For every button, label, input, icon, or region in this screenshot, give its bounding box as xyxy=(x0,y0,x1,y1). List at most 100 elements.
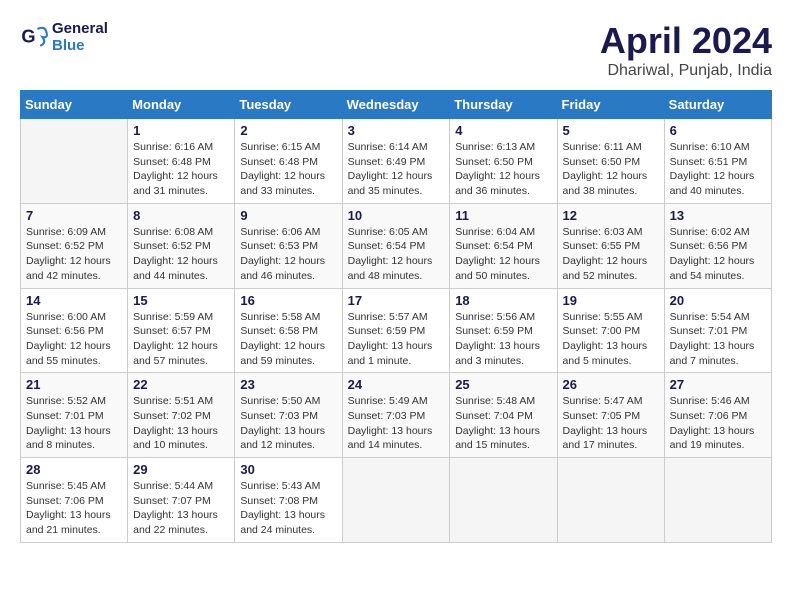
day-info: Sunrise: 6:03 AM Sunset: 6:55 PM Dayligh… xyxy=(563,225,659,284)
calendar-cell: 19 Sunrise: 5:55 AM Sunset: 7:00 PM Dayli… xyxy=(557,288,664,373)
calendar-cell xyxy=(450,458,557,543)
day-number: 30 xyxy=(240,462,336,477)
calendar-cell: 15 Sunrise: 5:59 AM Sunset: 6:57 PM Dayli… xyxy=(128,288,235,373)
day-number: 18 xyxy=(455,293,551,308)
day-number: 3 xyxy=(348,123,445,138)
day-number: 10 xyxy=(348,208,445,223)
calendar-week-row: 14 Sunrise: 6:00 AM Sunset: 6:56 PM Dayli… xyxy=(21,288,772,373)
day-info: Sunrise: 6:10 AM Sunset: 6:51 PM Dayligh… xyxy=(670,140,766,199)
logo-text: General Blue xyxy=(52,20,108,54)
day-info: Sunrise: 6:11 AM Sunset: 6:50 PM Dayligh… xyxy=(563,140,659,199)
calendar-table: SundayMondayTuesdayWednesdayThursdayFrid… xyxy=(20,90,772,543)
calendar-cell: 17Sunrise: 5:57 AM Sunset: 6:59 PM Dayli… xyxy=(342,288,450,373)
day-number: 23 xyxy=(240,377,336,392)
day-number: 27 xyxy=(670,377,766,392)
day-info: Sunrise: 6:06 AM Sunset: 6:53 PM Dayligh… xyxy=(240,225,336,284)
calendar-cell: 6Sunrise: 6:10 AM Sunset: 6:51 PM Daylig… xyxy=(664,119,771,204)
calendar-cell: 4 Sunrise: 6:13 AM Sunset: 6:50 PM Daylig… xyxy=(450,119,557,204)
day-info: Sunrise: 5:50 AM Sunset: 7:03 PM Dayligh… xyxy=(240,394,336,453)
day-number: 14 xyxy=(26,293,122,308)
day-info: Sunrise: 6:08 AM Sunset: 6:52 PM Dayligh… xyxy=(133,225,229,284)
calendar-cell: 24 Sunrise: 5:49 AM Sunset: 7:03 PM Dayli… xyxy=(342,373,450,458)
weekday-header: Thursday xyxy=(450,91,557,119)
day-info: Sunrise: 5:46 AM Sunset: 7:06 PM Dayligh… xyxy=(670,394,766,453)
calendar-cell: 9 Sunrise: 6:06 AM Sunset: 6:53 PM Daylig… xyxy=(235,203,342,288)
day-number: 28 xyxy=(26,462,122,477)
location-subtitle: Dhariwal, Punjab, India xyxy=(600,62,772,80)
logo: G General Blue xyxy=(20,20,108,54)
day-info: Sunrise: 6:15 AM Sunset: 6:48 PM Dayligh… xyxy=(240,140,336,199)
calendar-week-row: 7 Sunrise: 6:09 AM Sunset: 6:52 PM Daylig… xyxy=(21,203,772,288)
calendar-week-row: 21 Sunrise: 5:52 AM Sunset: 7:01 PM Dayli… xyxy=(21,373,772,458)
day-number: 21 xyxy=(26,377,122,392)
day-number: 13 xyxy=(670,208,766,223)
calendar-cell: 26 Sunrise: 5:47 AM Sunset: 7:05 PM Dayli… xyxy=(557,373,664,458)
calendar-cell: 1 Sunrise: 6:16 AM Sunset: 6:48 PM Daylig… xyxy=(128,119,235,204)
day-info: Sunrise: 5:49 AM Sunset: 7:03 PM Dayligh… xyxy=(348,394,445,453)
day-info: Sunrise: 5:51 AM Sunset: 7:02 PM Dayligh… xyxy=(133,394,229,453)
day-info: Sunrise: 5:59 AM Sunset: 6:57 PM Dayligh… xyxy=(133,310,229,369)
day-number: 15 xyxy=(133,293,229,308)
calendar-cell: 5 Sunrise: 6:11 AM Sunset: 6:50 PM Daylig… xyxy=(557,119,664,204)
day-info: Sunrise: 6:16 AM Sunset: 6:48 PM Dayligh… xyxy=(133,140,229,199)
weekday-header-row: SundayMondayTuesdayWednesdayThursdayFrid… xyxy=(21,91,772,119)
day-number: 19 xyxy=(563,293,659,308)
day-info: Sunrise: 5:58 AM Sunset: 6:58 PM Dayligh… xyxy=(240,310,336,369)
day-number: 25 xyxy=(455,377,551,392)
day-number: 26 xyxy=(563,377,659,392)
calendar-cell: 2 Sunrise: 6:15 AM Sunset: 6:48 PM Daylig… xyxy=(235,119,342,204)
weekday-header: Saturday xyxy=(664,91,771,119)
day-number: 2 xyxy=(240,123,336,138)
calendar-cell: 10 Sunrise: 6:05 AM Sunset: 6:54 PM Dayli… xyxy=(342,203,450,288)
weekday-header: Monday xyxy=(128,91,235,119)
day-number: 11 xyxy=(455,208,551,223)
day-number: 29 xyxy=(133,462,229,477)
calendar-cell: 13Sunrise: 6:02 AM Sunset: 6:56 PM Dayli… xyxy=(664,203,771,288)
day-info: Sunrise: 5:52 AM Sunset: 7:01 PM Dayligh… xyxy=(26,394,122,453)
day-number: 24 xyxy=(348,377,445,392)
day-number: 16 xyxy=(240,293,336,308)
calendar-week-row: 28 Sunrise: 5:45 AM Sunset: 7:06 PM Dayli… xyxy=(21,458,772,543)
calendar-cell: 29Sunrise: 5:44 AM Sunset: 7:07 PM Dayli… xyxy=(128,458,235,543)
day-info: Sunrise: 6:13 AM Sunset: 6:50 PM Dayligh… xyxy=(455,140,551,199)
day-number: 9 xyxy=(240,208,336,223)
day-number: 4 xyxy=(455,123,551,138)
weekday-header: Wednesday xyxy=(342,91,450,119)
day-number: 7 xyxy=(26,208,122,223)
calendar-cell: 3 Sunrise: 6:14 AM Sunset: 6:49 PM Daylig… xyxy=(342,119,450,204)
day-number: 12 xyxy=(563,208,659,223)
day-info: Sunrise: 6:05 AM Sunset: 6:54 PM Dayligh… xyxy=(348,225,445,284)
calendar-cell: 25 Sunrise: 5:48 AM Sunset: 7:04 PM Dayli… xyxy=(450,373,557,458)
day-number: 1 xyxy=(133,123,229,138)
weekday-header: Tuesday xyxy=(235,91,342,119)
day-info: Sunrise: 6:00 AM Sunset: 6:56 PM Dayligh… xyxy=(26,310,122,369)
calendar-cell: 20 Sunrise: 5:54 AM Sunset: 7:01 PM Dayli… xyxy=(664,288,771,373)
calendar-cell: 11 Sunrise: 6:04 AM Sunset: 6:54 PM Dayli… xyxy=(450,203,557,288)
day-info: Sunrise: 5:48 AM Sunset: 7:04 PM Dayligh… xyxy=(455,394,551,453)
page-header: G General Blue April 2024 Dhariwal, Punj… xyxy=(20,20,772,80)
month-title: April 2024 xyxy=(600,20,772,62)
svg-text:G: G xyxy=(21,27,35,47)
day-info: Sunrise: 5:54 AM Sunset: 7:01 PM Dayligh… xyxy=(670,310,766,369)
day-number: 8 xyxy=(133,208,229,223)
day-info: Sunrise: 5:55 AM Sunset: 7:00 PM Dayligh… xyxy=(563,310,659,369)
day-number: 22 xyxy=(133,377,229,392)
day-info: Sunrise: 5:47 AM Sunset: 7:05 PM Dayligh… xyxy=(563,394,659,453)
day-info: Sunrise: 6:04 AM Sunset: 6:54 PM Dayligh… xyxy=(455,225,551,284)
day-number: 5 xyxy=(563,123,659,138)
day-info: Sunrise: 5:45 AM Sunset: 7:06 PM Dayligh… xyxy=(26,479,122,538)
calendar-cell: 8 Sunrise: 6:08 AM Sunset: 6:52 PM Daylig… xyxy=(128,203,235,288)
day-number: 20 xyxy=(670,293,766,308)
weekday-header: Friday xyxy=(557,91,664,119)
logo-icon: G xyxy=(20,23,48,51)
calendar-cell: 16 Sunrise: 5:58 AM Sunset: 6:58 PM Dayli… xyxy=(235,288,342,373)
day-info: Sunrise: 6:09 AM Sunset: 6:52 PM Dayligh… xyxy=(26,225,122,284)
calendar-cell: 22 Sunrise: 5:51 AM Sunset: 7:02 PM Dayli… xyxy=(128,373,235,458)
calendar-cell xyxy=(342,458,450,543)
day-info: Sunrise: 5:57 AM Sunset: 6:59 PM Dayligh… xyxy=(348,310,445,369)
weekday-header: Sunday xyxy=(21,91,128,119)
calendar-cell xyxy=(21,119,128,204)
calendar-cell: 14 Sunrise: 6:00 AM Sunset: 6:56 PM Dayli… xyxy=(21,288,128,373)
calendar-cell: 12 Sunrise: 6:03 AM Sunset: 6:55 PM Dayli… xyxy=(557,203,664,288)
day-info: Sunrise: 6:14 AM Sunset: 6:49 PM Dayligh… xyxy=(348,140,445,199)
